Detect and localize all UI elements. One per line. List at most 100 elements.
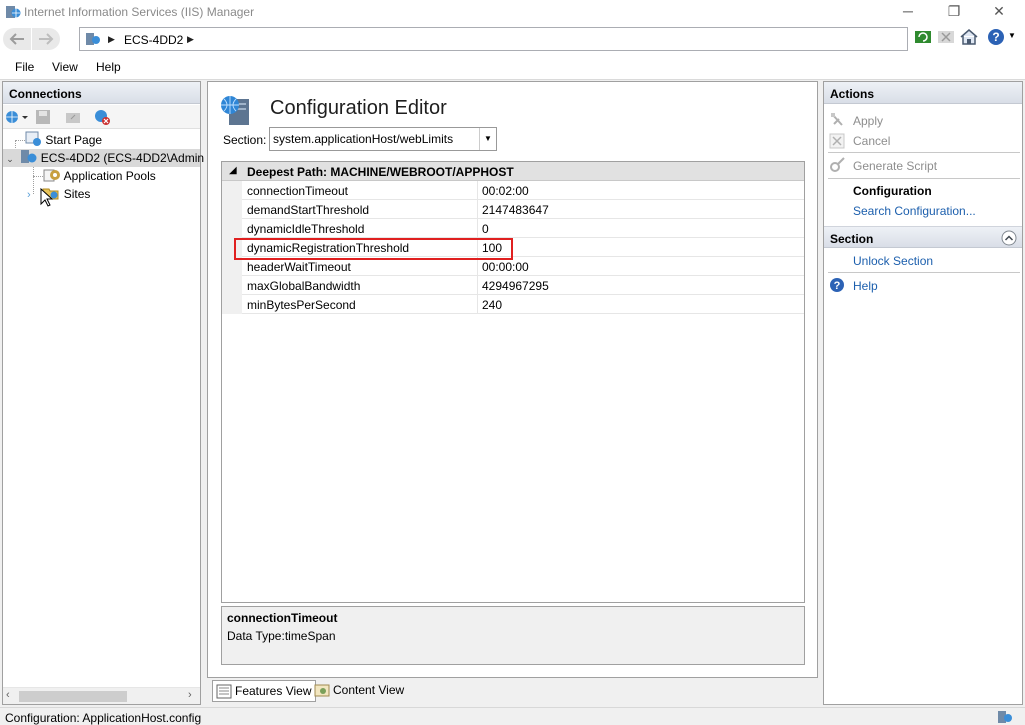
search-configuration-link[interactable]: Search Configuration... bbox=[853, 204, 976, 218]
help-dropdown-icon[interactable]: ▼ bbox=[1008, 31, 1016, 40]
scroll-right-icon[interactable]: › bbox=[188, 689, 192, 701]
dropdown-arrow-icon[interactable]: ▼ bbox=[479, 128, 496, 150]
description-property-name: connectionTimeout bbox=[227, 611, 338, 625]
property-name: headerWaitTimeout bbox=[247, 260, 351, 274]
menu-bar: File View Help bbox=[0, 54, 1025, 80]
address-input[interactable]: ▶ ECS-4DD2 ▶ bbox=[79, 27, 908, 51]
chevron-right-icon[interactable]: › bbox=[27, 186, 39, 204]
apply-icon bbox=[831, 113, 843, 126]
scroll-left-icon[interactable]: ‹ bbox=[6, 689, 10, 701]
close-button[interactable]: ✕ bbox=[976, 0, 1022, 24]
tree-item-start-page[interactable]: Start Page bbox=[25, 131, 102, 149]
server-icon bbox=[86, 33, 100, 45]
stop-icon[interactable] bbox=[937, 28, 955, 46]
status-bar: Configuration: ApplicationHost.config bbox=[0, 707, 1025, 725]
tree-item-server[interactable]: ⌄ ECS-4DD2 (ECS-4DD2\Admin bbox=[3, 149, 204, 168]
application-pools-icon bbox=[43, 169, 60, 182]
unlock-section-link[interactable]: Unlock Section bbox=[853, 254, 933, 268]
property-value[interactable]: 4294967295 bbox=[482, 279, 549, 293]
description-data-type: Data Type:timeSpan bbox=[227, 629, 336, 643]
row-gutter bbox=[222, 200, 242, 219]
apply-action[interactable]: Apply bbox=[853, 114, 883, 128]
menu-help[interactable]: Help bbox=[96, 60, 121, 74]
menu-view[interactable]: View bbox=[52, 60, 78, 74]
tree-item-application-pools[interactable]: Application Pools bbox=[43, 167, 156, 185]
tab-content-view[interactable]: Content View bbox=[311, 680, 408, 702]
generate-script-icon bbox=[830, 157, 845, 172]
tree-item-label: Start Page bbox=[45, 133, 103, 147]
back-button[interactable] bbox=[3, 28, 31, 50]
refresh-icon[interactable] bbox=[914, 28, 932, 46]
minimize-button[interactable]: ─ bbox=[885, 0, 931, 24]
disconnect-icon[interactable] bbox=[93, 108, 111, 126]
property-grid: ◢ Deepest Path: MACHINE/WEBROOT/APPHOST … bbox=[221, 161, 805, 603]
collapse-triangle-icon[interactable]: ◢ bbox=[229, 165, 237, 176]
help-icon: ? bbox=[830, 278, 844, 292]
forward-button[interactable] bbox=[32, 28, 60, 50]
help-link[interactable]: Help bbox=[853, 279, 878, 293]
column-separator bbox=[477, 200, 478, 219]
highlight-box bbox=[234, 238, 513, 260]
tree-guide-line bbox=[15, 140, 25, 141]
property-name: maxGlobalBandwidth bbox=[247, 279, 361, 293]
save-icon[interactable] bbox=[35, 109, 51, 125]
actions-panel: Actions Apply Cancel Generate Script Con… bbox=[823, 81, 1023, 705]
tree-item-sites[interactable]: › Sites bbox=[27, 185, 90, 203]
property-row[interactable]: connectionTimeout 00:02:00 bbox=[222, 181, 804, 200]
breadcrumb-separator-icon[interactable]: ▶ bbox=[187, 34, 194, 45]
title-bar: Internet Information Services (IIS) Mana… bbox=[0, 0, 1025, 24]
section-group-header[interactable]: Section bbox=[824, 226, 1022, 248]
property-value[interactable]: 2147483647 bbox=[482, 203, 549, 217]
generate-script-action[interactable]: Generate Script bbox=[853, 159, 937, 173]
property-value[interactable]: 00:02:00 bbox=[482, 184, 529, 198]
column-separator bbox=[477, 295, 478, 314]
configuration-heading: Configuration bbox=[853, 184, 932, 198]
property-value[interactable]: 240 bbox=[482, 298, 502, 312]
mouse-cursor-icon bbox=[40, 188, 54, 207]
property-row[interactable]: minBytesPerSecond 240 bbox=[222, 295, 804, 314]
actions-header: Actions bbox=[824, 82, 1022, 104]
breadcrumb-server[interactable]: ECS-4DD2 bbox=[124, 33, 183, 47]
property-name: dynamicIdleThreshold bbox=[247, 222, 365, 236]
up-level-icon[interactable] bbox=[65, 109, 81, 125]
tab-features-view[interactable]: Features View bbox=[212, 680, 317, 702]
home-icon[interactable] bbox=[959, 27, 979, 47]
row-gutter bbox=[222, 276, 242, 295]
section-select-value: system.applicationHost/webLimits bbox=[273, 132, 454, 146]
help-icon[interactable]: ? bbox=[986, 27, 1006, 47]
restore-button[interactable]: ❐ bbox=[931, 0, 977, 24]
collapse-up-icon[interactable] bbox=[1001, 230, 1017, 246]
column-separator bbox=[477, 276, 478, 295]
features-view-icon bbox=[216, 684, 232, 699]
connections-toolbar bbox=[3, 105, 200, 129]
start-page-icon bbox=[25, 131, 41, 146]
section-select[interactable]: system.applicationHost/webLimits ▼ bbox=[269, 127, 497, 151]
chevron-down-icon[interactable]: ⌄ bbox=[3, 150, 17, 168]
column-separator bbox=[477, 219, 478, 238]
svg-text:?: ? bbox=[834, 280, 841, 292]
scrollbar-thumb[interactable] bbox=[19, 691, 127, 702]
property-row[interactable]: demandStartThreshold 2147483647 bbox=[222, 200, 804, 219]
property-value[interactable]: 0 bbox=[482, 222, 489, 236]
tree-guide-line bbox=[33, 176, 43, 177]
deepest-path-label: Deepest Path: MACHINE/WEBROOT/APPHOST bbox=[247, 165, 514, 179]
horizontal-scrollbar[interactable]: ‹ › bbox=[3, 687, 200, 704]
address-bar: ▶ ECS-4DD2 ▶ ? ▼ bbox=[0, 24, 1025, 54]
property-grid-header[interactable]: ◢ Deepest Path: MACHINE/WEBROOT/APPHOST bbox=[222, 162, 804, 181]
back-arrow-icon bbox=[9, 33, 24, 45]
tree-item-label: Application Pools bbox=[63, 169, 156, 183]
connections-tree: Start Page ⌄ ECS-4DD2 (ECS-4DD2\Admin Ap… bbox=[3, 131, 204, 686]
iis-app-icon bbox=[6, 6, 21, 18]
page-title: Configuration Editor bbox=[270, 97, 447, 119]
divider bbox=[828, 152, 1020, 153]
forward-arrow-icon bbox=[39, 33, 54, 45]
menu-file[interactable]: File bbox=[15, 60, 34, 74]
connect-globe-icon[interactable] bbox=[5, 109, 29, 125]
property-row[interactable]: dynamicIdleThreshold 0 bbox=[222, 219, 804, 238]
tree-item-label: Sites bbox=[63, 187, 91, 201]
cancel-icon bbox=[829, 133, 845, 149]
property-value[interactable]: 00:00:00 bbox=[482, 260, 529, 274]
property-row[interactable]: maxGlobalBandwidth 4294967295 bbox=[222, 276, 804, 295]
status-text: Configuration: ApplicationHost.config bbox=[5, 711, 202, 725]
cancel-action[interactable]: Cancel bbox=[853, 134, 890, 148]
